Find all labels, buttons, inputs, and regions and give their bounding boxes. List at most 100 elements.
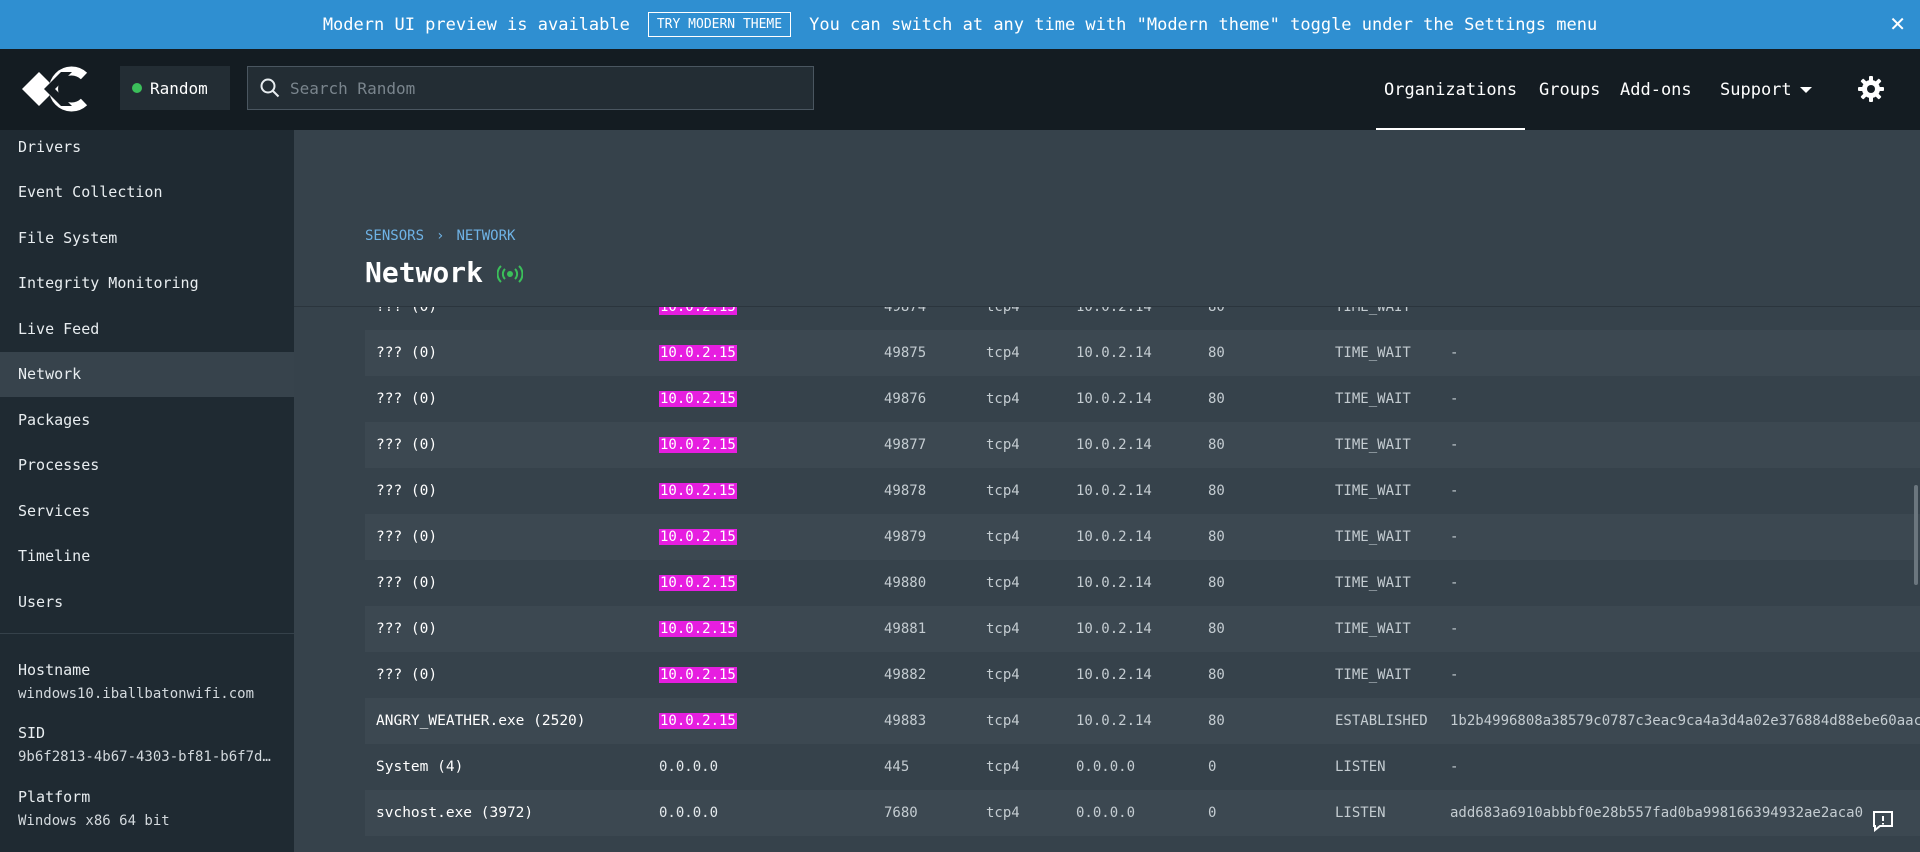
table-row[interactable]: ANGRY_WEATHER.exe (2520) 10.0.2.15 49883 tc… [365, 698, 1920, 744]
cell-process: svchost.exe (3972) [376, 790, 533, 836]
cell-src: 10.0.2.15 [659, 422, 737, 468]
state-text: TIME_WAIT [1335, 437, 1411, 453]
sidebar-item-network[interactable]: Network [0, 351, 294, 397]
org-selector[interactable]: Random [120, 66, 230, 110]
cell-dport: 80 [1208, 514, 1225, 560]
table-row[interactable]: ??? (0) 10.0.2.15 49875 tcp4 10.0.2.14 80 TIME… [365, 330, 1920, 376]
try-modern-theme-button[interactable]: TRY MODERN THEME [647, 12, 792, 37]
cell-process: ??? (0) [376, 560, 437, 606]
search-box[interactable] [247, 66, 814, 110]
nav-organizations[interactable]: Organizations [1375, 49, 1526, 130]
gear-icon[interactable] [1857, 75, 1885, 103]
dport-text: 80 [1208, 307, 1225, 315]
cell-sport: 49881 [884, 606, 926, 652]
cell-proto: tcp4 [986, 698, 1020, 744]
src-text: 10.0.2.15 [659, 529, 737, 545]
sidebar-item-processes[interactable]: Processes [0, 443, 294, 488]
nav-groups[interactable]: Groups [1539, 49, 1600, 130]
cell-state: TIME_WAIT [1335, 468, 1411, 514]
table-row[interactable]: ??? (0) 10.0.2.15 49876 tcp4 10.0.2.14 80 TIME… [365, 376, 1920, 422]
nav-support[interactable]: Support [1720, 49, 1812, 130]
scrollbar-thumb[interactable] [1914, 485, 1918, 585]
search-input[interactable] [290, 78, 790, 98]
table-row[interactable]: ??? (0) 10.0.2.15 49882 tcp4 10.0.2.14 80 TIME… [365, 652, 1920, 698]
sidebar-item-drivers[interactable]: Drivers [0, 124, 294, 169]
cell-dst: 10.0.2.14 [1076, 652, 1152, 698]
hash-text: - [1450, 345, 1459, 361]
nav-addons[interactable]: Add-ons [1620, 49, 1692, 130]
state-text: TIME_WAIT [1335, 575, 1411, 591]
page-title: Network [365, 256, 484, 289]
sidebar-item-file-system[interactable]: File System [0, 215, 294, 260]
feedback-icon[interactable] [1872, 810, 1894, 832]
sidebar-item-live-feed[interactable]: Live Feed [0, 306, 294, 351]
nav-addons-label: Add-ons [1620, 79, 1692, 100]
dport-text: 0 [1208, 759, 1217, 775]
hostname-value: windows10.iballbatonwifi.com [18, 686, 255, 702]
src-text: 10.0.2.15 [659, 345, 737, 361]
table-row[interactable]: ??? (0) 10.0.2.15 49878 tcp4 10.0.2.14 80 TIME… [365, 468, 1920, 514]
live-broadcast-icon [497, 265, 523, 283]
sidebar-item-event-collection[interactable]: Event Collection [0, 170, 294, 215]
cell-dport: 80 [1208, 307, 1225, 330]
sidebar-item-timeline[interactable]: Timeline [0, 534, 294, 579]
dst-text: 0.0.0.0 [1076, 759, 1136, 775]
cell-dst: 0.0.0.0 [1076, 790, 1135, 836]
dst-text: 10.0.2.14 [1076, 307, 1152, 315]
table-row[interactable]: System (4) 0.0.0.0 445 tcp4 0.0.0.0 0 LISTEN - [365, 744, 1920, 790]
sport-text: 49879 [884, 529, 927, 545]
sidebar-item-users[interactable]: Users [0, 579, 294, 624]
breadcrumb-network[interactable]: NETWORK [456, 228, 515, 244]
sidebar-item-integrity-monitoring[interactable]: Integrity Monitoring [0, 261, 294, 306]
hash-text: - [1450, 621, 1459, 637]
close-icon[interactable]: ✕ [1889, 12, 1906, 36]
process-text: svchost.exe (3972) [376, 805, 534, 821]
cell-sport: 49877 [884, 422, 926, 468]
sidebar-item-label: Services [18, 501, 91, 520]
table-row[interactable]: ??? (0) 10.0.2.15 49881 tcp4 10.0.2.14 80 TIME… [365, 606, 1920, 652]
table-row[interactable]: ??? (0) 10.0.2.15 49880 tcp4 10.0.2.14 80 TIME… [365, 560, 1920, 606]
cell-hash: 1b2b4996808a38579c0787c3eac9ca4a3d4a02e3… [1450, 698, 1920, 744]
cell-state: LISTEN [1335, 744, 1386, 790]
proto-text: tcp4 [986, 391, 1020, 407]
cell-hash: - [1450, 652, 1458, 698]
sport-text: 49877 [884, 437, 927, 453]
cell-src: 10.0.2.15 [659, 606, 737, 652]
cell-dst: 10.0.2.14 [1076, 698, 1152, 744]
sidebar-item-label: Timeline [18, 547, 91, 565]
cell-hash: - [1450, 330, 1458, 376]
sport-text: 49880 [884, 575, 927, 591]
sidebar-item-packages[interactable]: Packages [0, 397, 294, 442]
org-status-dot [132, 83, 142, 93]
state-text: TIME_WAIT [1335, 621, 1411, 637]
sidebar-item-label: Packages [18, 410, 91, 429]
cell-proto: tcp4 [986, 468, 1020, 514]
state-text: ESTABLISHED [1335, 713, 1428, 729]
network-table: ??? (0) 10.0.2.15 49874 tcp4 10.0.2.14 80 TIME… [365, 307, 1920, 852]
cell-sport: 49874 [884, 307, 926, 330]
table-row[interactable]: ??? (0) 10.0.2.15 49874 tcp4 10.0.2.14 80 TIME… [365, 307, 1920, 330]
hash-text: - [1450, 575, 1459, 591]
sidebar-item-services[interactable]: Services [0, 488, 294, 533]
table-row[interactable]: svchost.exe (3972) 0.0.0.0 7680 tcp4 0.0.0.0… [365, 790, 1920, 836]
cell-state: TIME_WAIT [1335, 652, 1411, 698]
cell-hash: - [1450, 744, 1458, 790]
table-row[interactable]: ??? (0) 10.0.2.15 49879 tcp4 10.0.2.14 80 TIME… [365, 514, 1920, 560]
table-row[interactable]: ??? (0) 10.0.2.15 49877 tcp4 10.0.2.14 80 TIME… [365, 422, 1920, 468]
breadcrumb-sensors[interactable]: SENSORS [365, 228, 424, 244]
src-text: 10.0.2.15 [659, 307, 737, 315]
cell-dst: 10.0.2.14 [1076, 560, 1152, 606]
cell-process: ??? (0) [376, 307, 437, 330]
cell-state: TIME_WAIT [1335, 330, 1411, 376]
sidebar-item-label: File System [18, 228, 118, 247]
dst-text: 10.0.2.14 [1076, 437, 1152, 453]
cell-proto: tcp4 [986, 514, 1020, 560]
cell-proto: tcp4 [986, 376, 1020, 422]
limacharlie-logo[interactable] [22, 60, 94, 118]
cell-hash: - [1450, 606, 1458, 652]
cell-dst: 10.0.2.14 [1076, 330, 1152, 376]
sensor-sidebar: Hostname windows10.iballbatonwifi.com SI… [0, 130, 294, 852]
banner-lead-text: Modern UI preview is available [322, 14, 630, 35]
proto-text: tcp4 [986, 529, 1020, 545]
dport-text: 80 [1208, 529, 1225, 545]
